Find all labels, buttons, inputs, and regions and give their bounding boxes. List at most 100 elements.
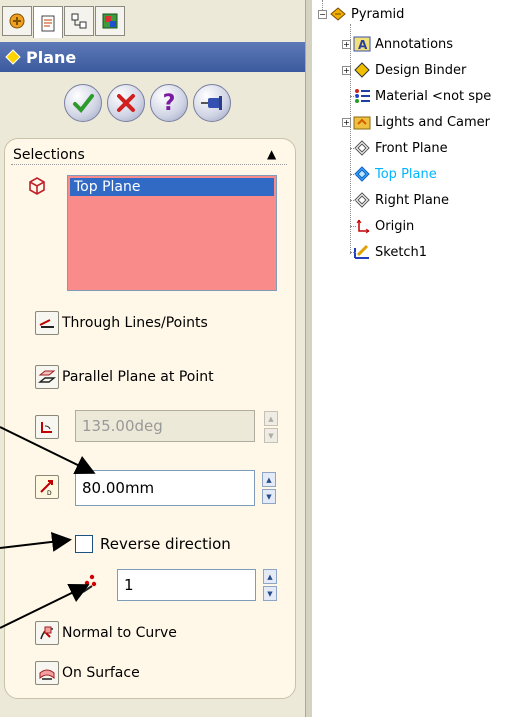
tree-item-material[interactable]: Material <not spe — [353, 86, 491, 106]
through-lines-points-button[interactable] — [35, 311, 59, 335]
group-divider — [11, 164, 287, 165]
pushpin-icon — [201, 96, 222, 110]
property-manager-tab[interactable] — [33, 6, 63, 38]
tree-item-top-plane[interactable]: Top Plane — [353, 164, 437, 184]
on-surface-option[interactable]: On Surface — [35, 660, 140, 686]
through-lines-points-option[interactable]: Through Lines/Points — [35, 310, 208, 336]
angle-icon — [41, 422, 52, 433]
tree-line — [350, 226, 356, 227]
selection-item[interactable]: Top Plane — [70, 178, 274, 196]
design-binder-icon — [354, 62, 370, 78]
lights-folder-icon — [353, 116, 371, 130]
tree-line — [350, 24, 351, 254]
part-icon — [330, 7, 346, 21]
panel-splitter[interactable] — [305, 0, 312, 717]
angle-spinner[interactable]: ▲ ▼ — [264, 411, 278, 443]
tree-item-label: Sketch1 — [375, 244, 428, 260]
tree-item-label: Front Plane — [375, 140, 448, 156]
help-icon: ? — [162, 90, 176, 116]
spin-down-icon[interactable]: ▼ — [263, 586, 277, 601]
normal-to-curve-label: Normal to Curve — [62, 625, 177, 641]
at-angle-button[interactable] — [35, 415, 59, 439]
panel-title: Plane — [26, 47, 77, 67]
spin-up-icon[interactable]: ▲ — [264, 411, 278, 426]
svg-text:A: A — [358, 38, 368, 52]
on-surface-icon — [39, 669, 55, 680]
through-lines-points-label: Through Lines/Points — [62, 315, 208, 331]
tree-item-sketch1[interactable]: Sketch1 — [353, 242, 427, 262]
feature-manager-tab[interactable] — [2, 6, 32, 36]
configuration-manager-icon — [71, 13, 87, 29]
on-surface-button[interactable] — [35, 661, 59, 685]
parallel-plane-button[interactable] — [35, 365, 59, 389]
selections-title: Selections — [13, 147, 85, 163]
tree-item-label: Material <not spe — [375, 88, 492, 104]
annotations-icon: A — [353, 36, 371, 52]
reference-entity-icon — [26, 175, 48, 201]
angle-input[interactable]: 135.00deg — [75, 410, 255, 442]
feature-manager-tree: − Pyramid + A Annotations + Design Binde… — [318, 0, 530, 270]
dimxpert-tab[interactable] — [95, 6, 125, 36]
property-manager-icon — [41, 15, 55, 31]
tree-item-label: Annotations — [375, 36, 454, 52]
help-button[interactable]: ? — [150, 84, 188, 122]
svg-text:D: D — [47, 490, 52, 496]
tree-root-label: Pyramid — [351, 6, 405, 22]
feature-manager-icon — [9, 13, 25, 29]
expand-icon[interactable]: + — [342, 117, 351, 127]
tree-item-lights[interactable]: + Lights and Camer — [342, 112, 490, 132]
offset-distance-input[interactable]: 80.00mm — [75, 470, 255, 506]
number-of-planes-input[interactable]: 1 — [117, 569, 256, 601]
on-surface-label: On Surface — [62, 665, 140, 681]
collapse-icon[interactable]: − — [318, 9, 327, 19]
normal-to-curve-button[interactable] — [35, 621, 59, 645]
tree-item-label: Lights and Camer — [375, 114, 490, 130]
number-spinner[interactable]: ▲ ▼ — [263, 569, 277, 601]
dimxpert-icon — [102, 13, 118, 29]
selections-header[interactable]: Selections ▲ — [5, 145, 295, 165]
expand-icon[interactable]: + — [342, 39, 351, 49]
tree-item-front-plane[interactable]: Front Plane — [353, 138, 448, 158]
reverse-direction-label: Reverse direction — [100, 535, 231, 553]
normal-to-curve-option[interactable]: Normal to Curve — [35, 620, 177, 646]
offset-distance-button[interactable]: D — [35, 475, 59, 499]
tree-item-design-binder[interactable]: + Design Binder — [342, 60, 466, 80]
configuration-manager-tab[interactable] — [64, 6, 94, 36]
spin-down-icon[interactable]: ▼ — [264, 428, 278, 443]
reverse-direction-checkbox[interactable] — [75, 535, 93, 553]
parallel-plane-option[interactable]: Parallel Plane at Point — [35, 364, 214, 390]
cancel-button[interactable] — [107, 84, 145, 122]
offset-distance-option[interactable]: D — [35, 474, 62, 500]
tree-line — [350, 200, 356, 201]
ok-button[interactable] — [64, 84, 102, 122]
tree-line — [350, 96, 356, 97]
normal-to-curve-icon — [40, 626, 54, 640]
tree-item-label: Origin — [375, 218, 415, 234]
tree-item-label: Design Binder — [375, 62, 467, 78]
tree-item-right-plane[interactable]: Right Plane — [353, 190, 449, 210]
tree-item-root[interactable]: − Pyramid — [318, 4, 404, 24]
tree-line — [350, 174, 356, 175]
offset-spinner[interactable]: ▲ ▼ — [262, 472, 276, 504]
collapse-up-icon[interactable]: ▲ — [267, 147, 276, 161]
parallel-plane-icon — [38, 370, 56, 383]
selection-list[interactable]: Top Plane — [67, 175, 277, 291]
spin-down-icon[interactable]: ▼ — [262, 489, 276, 504]
spin-up-icon[interactable]: ▲ — [263, 569, 277, 584]
ok-icon — [73, 94, 94, 114]
plane-feature-icon — [5, 49, 21, 65]
spin-up-icon[interactable]: ▲ — [262, 472, 276, 487]
expand-icon[interactable]: + — [342, 65, 351, 75]
through-lines-icon — [39, 319, 54, 328]
tree-line — [350, 252, 356, 253]
tree-item-annotations[interactable]: + A Annotations — [342, 34, 453, 54]
tree-item-origin[interactable]: Origin — [353, 216, 414, 236]
tree-item-label: Right Plane — [375, 192, 450, 208]
pushpin-button[interactable] — [193, 84, 231, 122]
at-angle-option[interactable] — [35, 414, 62, 440]
property-manager-panel: Plane ? Selections ▲ Top Plane Through L… — [0, 0, 312, 717]
tree-line — [350, 148, 356, 149]
panel-title-bar: Plane — [0, 42, 305, 72]
tree-item-label: Top Plane — [375, 166, 437, 182]
number-of-planes-icon — [80, 572, 102, 598]
